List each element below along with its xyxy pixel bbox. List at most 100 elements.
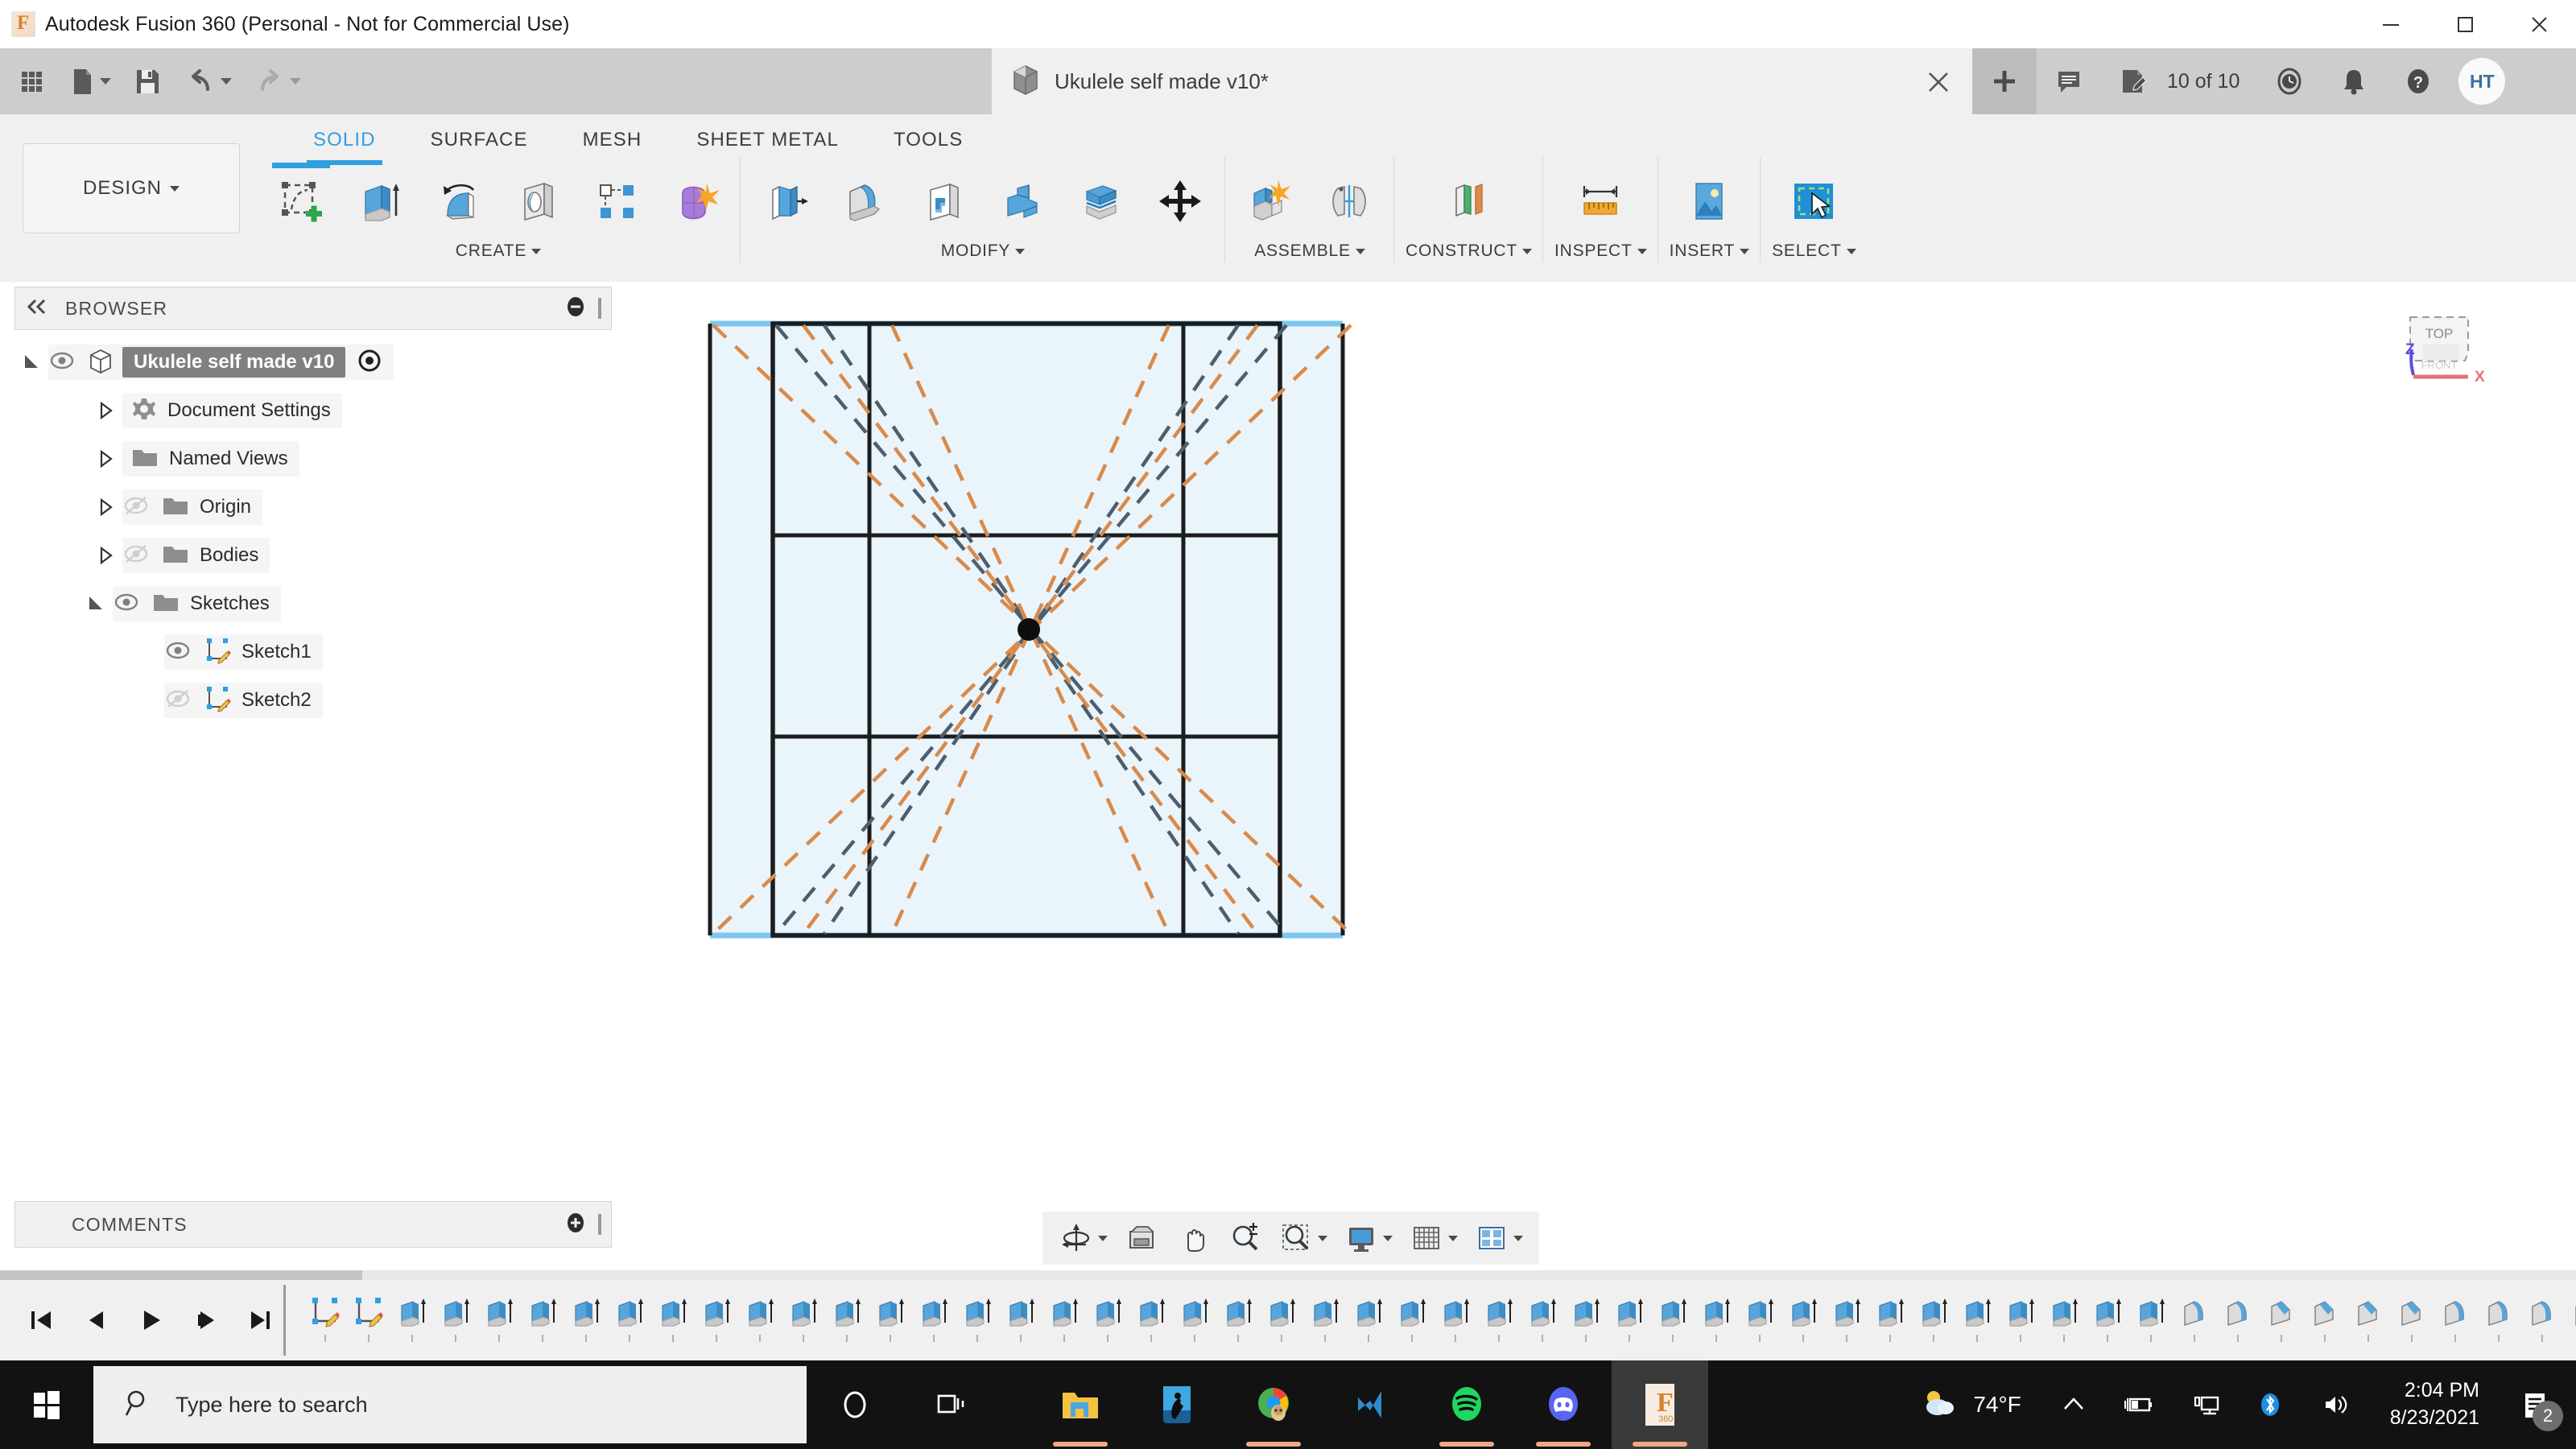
panel-modify-label[interactable]: MODIFY	[941, 242, 1025, 261]
search-input[interactable]: Type here to search	[93, 1366, 807, 1443]
panel-insert-label[interactable]: INSERT	[1670, 242, 1749, 261]
timeline-feature-extrude[interactable]	[828, 1295, 866, 1345]
measure-icon[interactable]	[1567, 167, 1634, 235]
revolve-icon[interactable]	[425, 167, 493, 235]
fusion-360-icon[interactable]: F 360	[1612, 1360, 1708, 1449]
tree-item-origin[interactable]: Origin	[14, 483, 612, 531]
action-center-icon[interactable]: 2	[2500, 1360, 2570, 1449]
task-view-icon[interactable]	[903, 1360, 1000, 1449]
orbit-icon[interactable]	[1052, 1216, 1114, 1261]
timeline-feature-extrude[interactable]	[784, 1295, 823, 1345]
offset-plane-icon[interactable]	[1435, 167, 1503, 235]
timeline-feature-extrude[interactable]	[914, 1295, 953, 1345]
kindle-icon[interactable]	[1129, 1360, 1225, 1449]
visibility-eye-icon[interactable]	[48, 350, 76, 375]
select-window-icon[interactable]	[1780, 167, 1847, 235]
google-chrome-icon[interactable]	[1225, 1360, 1322, 1449]
go-to-end-icon[interactable]	[237, 1295, 283, 1345]
expand-triangle-icon[interactable]	[14, 352, 48, 373]
bell-icon[interactable]	[2322, 48, 2386, 114]
spotify-icon[interactable]	[1418, 1360, 1515, 1449]
timeline-feature-extrude[interactable]	[958, 1295, 997, 1345]
volume-icon[interactable]	[2301, 1360, 2369, 1449]
timeline-feature-fillet[interactable]	[2436, 1295, 2475, 1345]
show-hidden-icons-icon[interactable]	[2042, 1360, 2105, 1449]
timeline-feature-extrude[interactable]	[1784, 1295, 1823, 1345]
clock-icon[interactable]	[2257, 48, 2322, 114]
tree-item-sketch1[interactable]: Sketch1	[14, 628, 612, 676]
battery-charging-icon[interactable]	[2105, 1360, 2173, 1449]
close-icon[interactable]	[1922, 66, 1955, 98]
extrude-icon[interactable]	[346, 167, 414, 235]
timeline-feature-extrude[interactable]	[1827, 1295, 1866, 1345]
timeline-feature-extrude[interactable]	[1001, 1295, 1040, 1345]
timeline-feature-extrude[interactable]	[1610, 1295, 1649, 1345]
timeline-feature-extrude[interactable]	[1958, 1295, 1996, 1345]
timeline-feature-extrude[interactable]	[1740, 1295, 1779, 1345]
combine-icon[interactable]	[989, 167, 1056, 235]
press-pull-icon[interactable]	[752, 167, 819, 235]
timeline-feature-extrude[interactable]	[2132, 1295, 2170, 1345]
resize-grip-icon[interactable]	[598, 298, 601, 319]
timeline-feature-extrude[interactable]	[1349, 1295, 1388, 1345]
new-component-icon[interactable]	[1236, 167, 1304, 235]
timeline-feature-extrude[interactable]	[2045, 1295, 2083, 1345]
timeline-feature-sketch[interactable]	[306, 1295, 345, 1345]
viewports-icon[interactable]	[1468, 1216, 1530, 1261]
timeline-feature-extrude[interactable]	[480, 1295, 518, 1345]
zoom-icon[interactable]	[1220, 1216, 1269, 1261]
avatar[interactable]: HT	[2458, 58, 2505, 105]
timeline-feature-fillet[interactable]	[2219, 1295, 2257, 1345]
create-sketch-icon[interactable]	[267, 167, 335, 235]
expand-arrow-icon[interactable]	[89, 497, 122, 518]
tree-item-sketch2[interactable]: Sketch2	[14, 676, 612, 724]
timeline-feature-extrude[interactable]	[697, 1295, 736, 1345]
new-tab-button[interactable]	[1972, 48, 2037, 114]
timeline-feature-extrude[interactable]	[1480, 1295, 1518, 1345]
help-question-icon[interactable]: ?	[2386, 48, 2450, 114]
activate-component-icon[interactable]	[357, 348, 382, 378]
tree-item-sketches[interactable]: Sketches	[14, 580, 612, 628]
view-cube[interactable]: TOP FRONT Z X	[2391, 304, 2487, 393]
move-copy-icon[interactable]	[1146, 167, 1214, 235]
offset-face-icon[interactable]	[1067, 167, 1135, 235]
timeline-feature-extrude[interactable]	[871, 1295, 910, 1345]
windows-start-icon[interactable]	[0, 1360, 93, 1449]
visibility-off-icon[interactable]	[122, 495, 150, 520]
timeline-scrollbar[interactable]	[0, 1270, 2576, 1280]
visibility-off-icon[interactable]	[122, 543, 150, 568]
show-data-panel-button[interactable]	[6, 56, 58, 106]
visibility-eye-icon[interactable]	[164, 640, 192, 665]
cortana-circle-icon[interactable]	[807, 1360, 903, 1449]
minimize-icon[interactable]	[2354, 0, 2428, 48]
zoom-window-icon[interactable]	[1272, 1216, 1334, 1261]
create-form-icon[interactable]	[662, 167, 729, 235]
timeline-feature-extrude[interactable]	[567, 1295, 605, 1345]
display-settings-icon[interactable]	[1337, 1216, 1399, 1261]
resize-grip-icon[interactable]	[598, 1214, 601, 1235]
timeline-feature-extrude[interactable]	[1653, 1295, 1692, 1345]
collapse-triangle-icon[interactable]	[79, 593, 113, 614]
timeline-feature-extrude[interactable]	[2088, 1295, 2127, 1345]
network-icon[interactable]	[2173, 1360, 2239, 1449]
timeline-feature-extrude[interactable]	[523, 1295, 562, 1345]
timeline-feature-sketch[interactable]	[349, 1295, 388, 1345]
timeline-feature-extrude[interactable]	[1567, 1295, 1605, 1345]
timeline-feature-chamfer[interactable]	[2349, 1295, 2388, 1345]
version-history-button[interactable]	[2101, 48, 2165, 114]
expand-arrow-icon[interactable]	[89, 448, 122, 469]
document-tab[interactable]: Ukulele self made v10*	[992, 48, 1972, 114]
joint-icon[interactable]	[1315, 167, 1383, 235]
timeline-feature-chamfer[interactable]	[2306, 1295, 2344, 1345]
timeline-feature-extrude[interactable]	[1045, 1295, 1084, 1345]
timeline-feature-extrude[interactable]	[1393, 1295, 1431, 1345]
timeline-feature-extrude[interactable]	[1306, 1295, 1344, 1345]
timeline-feature-extrude[interactable]	[393, 1295, 431, 1345]
visibility-off-icon[interactable]	[164, 688, 192, 713]
pattern-icon[interactable]	[583, 167, 650, 235]
close-icon[interactable]	[2502, 0, 2576, 48]
timeline-feature-extrude[interactable]	[2001, 1295, 2040, 1345]
timeline-feature-extrude[interactable]	[1175, 1295, 1214, 1345]
timeline-feature-extrude[interactable]	[654, 1295, 692, 1345]
timeline-feature-extrude[interactable]	[1262, 1295, 1301, 1345]
